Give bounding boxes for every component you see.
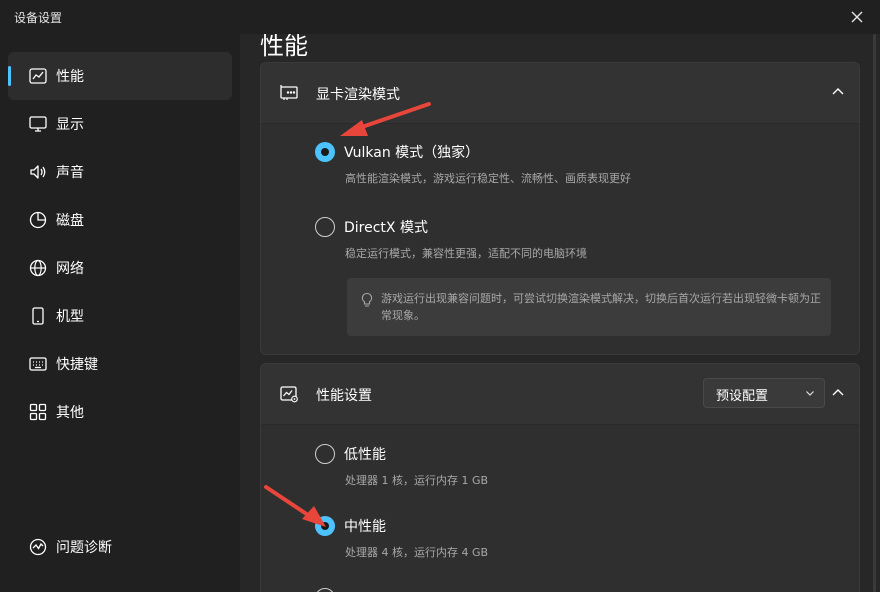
content-pane: 性能 显卡渲染模式 Vulkan 模式（独家） 高性能渲染模式，游戏运行稳定性、… [240, 34, 880, 592]
option-description: 处理器 4 核，运行内存 4 GB [345, 546, 489, 559]
chevron-down-icon [806, 391, 814, 396]
window-title: 设备设置 [14, 11, 63, 25]
sidebar-item-hotkeys[interactable]: 快捷键 [8, 340, 232, 388]
sidebar-item-label: 其他 [56, 405, 84, 421]
sidebar-item-display[interactable]: 显示 [8, 100, 232, 148]
chevron-up-icon[interactable] [829, 384, 847, 402]
option-label: 中性能 [344, 519, 386, 535]
speaker-icon [30, 165, 46, 179]
render-mode-card: 显卡渲染模式 Vulkan 模式（独家） 高性能渲染模式，游戏运行稳定性、流畅性… [260, 62, 860, 355]
sidebar-item-label: 问题诊断 [56, 540, 112, 556]
active-indicator [8, 66, 11, 86]
option-label: DirectX 模式 [344, 220, 428, 236]
option-label: Vulkan 模式（独家） [344, 145, 480, 161]
diagnostics-icon [29, 538, 47, 556]
medium-performance-radio[interactable] [315, 516, 335, 536]
sidebar-item-network[interactable]: 网络 [8, 244, 232, 292]
performance-settings-title: 性能设置 [316, 388, 372, 404]
preset-config-value: 预设配置 [716, 389, 769, 404]
sidebar-item-label: 声音 [56, 165, 84, 181]
tip-text: 游戏运行出现兼容问题时，可尝试切换渲染模式解决，切换后首次运行若出现轻微卡顿为正… [381, 292, 821, 322]
render-mode-header[interactable]: 显卡渲染模式 [261, 63, 859, 124]
grid-apps-icon [29, 403, 47, 421]
sidebar-item-other[interactable]: 其他 [8, 388, 232, 436]
phone-icon [32, 307, 44, 325]
option-label: 低性能 [344, 447, 386, 463]
performance-settings-header[interactable]: 性能设置 预设配置 [261, 364, 859, 425]
sidebar-item-model[interactable]: 机型 [8, 292, 232, 340]
sidebar-item-performance[interactable]: 性能 [8, 52, 232, 100]
sidebar-item-label: 快捷键 [56, 357, 98, 373]
preset-config-select[interactable]: 预设配置 [703, 378, 825, 408]
sidebar-item-sound[interactable]: 声音 [8, 148, 232, 196]
sidebar-item-label: 机型 [56, 309, 84, 325]
page-title: 性能 [260, 34, 308, 60]
performance-chart-icon [29, 68, 47, 84]
performance-settings-card: 性能设置 预设配置 低性能 处理器 1 核，运行内存 1 GB 中性能 处理器 … [260, 363, 860, 592]
option-description: 处理器 1 核，运行内存 1 GB [345, 474, 489, 487]
scrollbar[interactable] [873, 34, 876, 592]
option-description: 稳定运行模式，兼容性更强，适配不同的电脑环境 [345, 247, 587, 260]
globe-icon [29, 259, 47, 277]
option-description: 高性能渲染模式，游戏运行稳定性、流畅性、画质表现更好 [345, 172, 631, 185]
graphics-card-icon [280, 85, 298, 100]
close-icon[interactable] [848, 8, 866, 26]
directx-radio[interactable] [315, 217, 335, 237]
vulkan-radio[interactable] [315, 142, 335, 162]
low-performance-radio[interactable] [315, 444, 335, 464]
sidebar-item-label: 网络 [56, 261, 84, 277]
keyboard-icon [29, 357, 47, 371]
title-bar: 设备设置 [0, 0, 880, 34]
sidebar: 性能 显示 声音 磁盘 网络 机型 快捷键 其他 问题诊断 [0, 34, 240, 592]
pie-chart-icon [29, 211, 47, 229]
high-performance-radio[interactable] [315, 588, 335, 592]
lightbulb-icon [361, 292, 373, 307]
chevron-up-icon[interactable] [829, 83, 847, 101]
sidebar-item-label: 磁盘 [56, 213, 84, 229]
monitor-icon [29, 116, 47, 132]
sidebar-item-disk[interactable]: 磁盘 [8, 196, 232, 244]
sidebar-item-label: 显示 [56, 117, 84, 133]
tip-box: 游戏运行出现兼容问题时，可尝试切换渲染模式解决，切换后首次运行若出现轻微卡顿为正… [347, 278, 831, 336]
sidebar-item-label: 性能 [56, 69, 84, 85]
sidebar-item-diagnostics[interactable]: 问题诊断 [8, 523, 232, 571]
render-mode-title: 显卡渲染模式 [316, 87, 400, 103]
performance-settings-icon [280, 386, 298, 403]
